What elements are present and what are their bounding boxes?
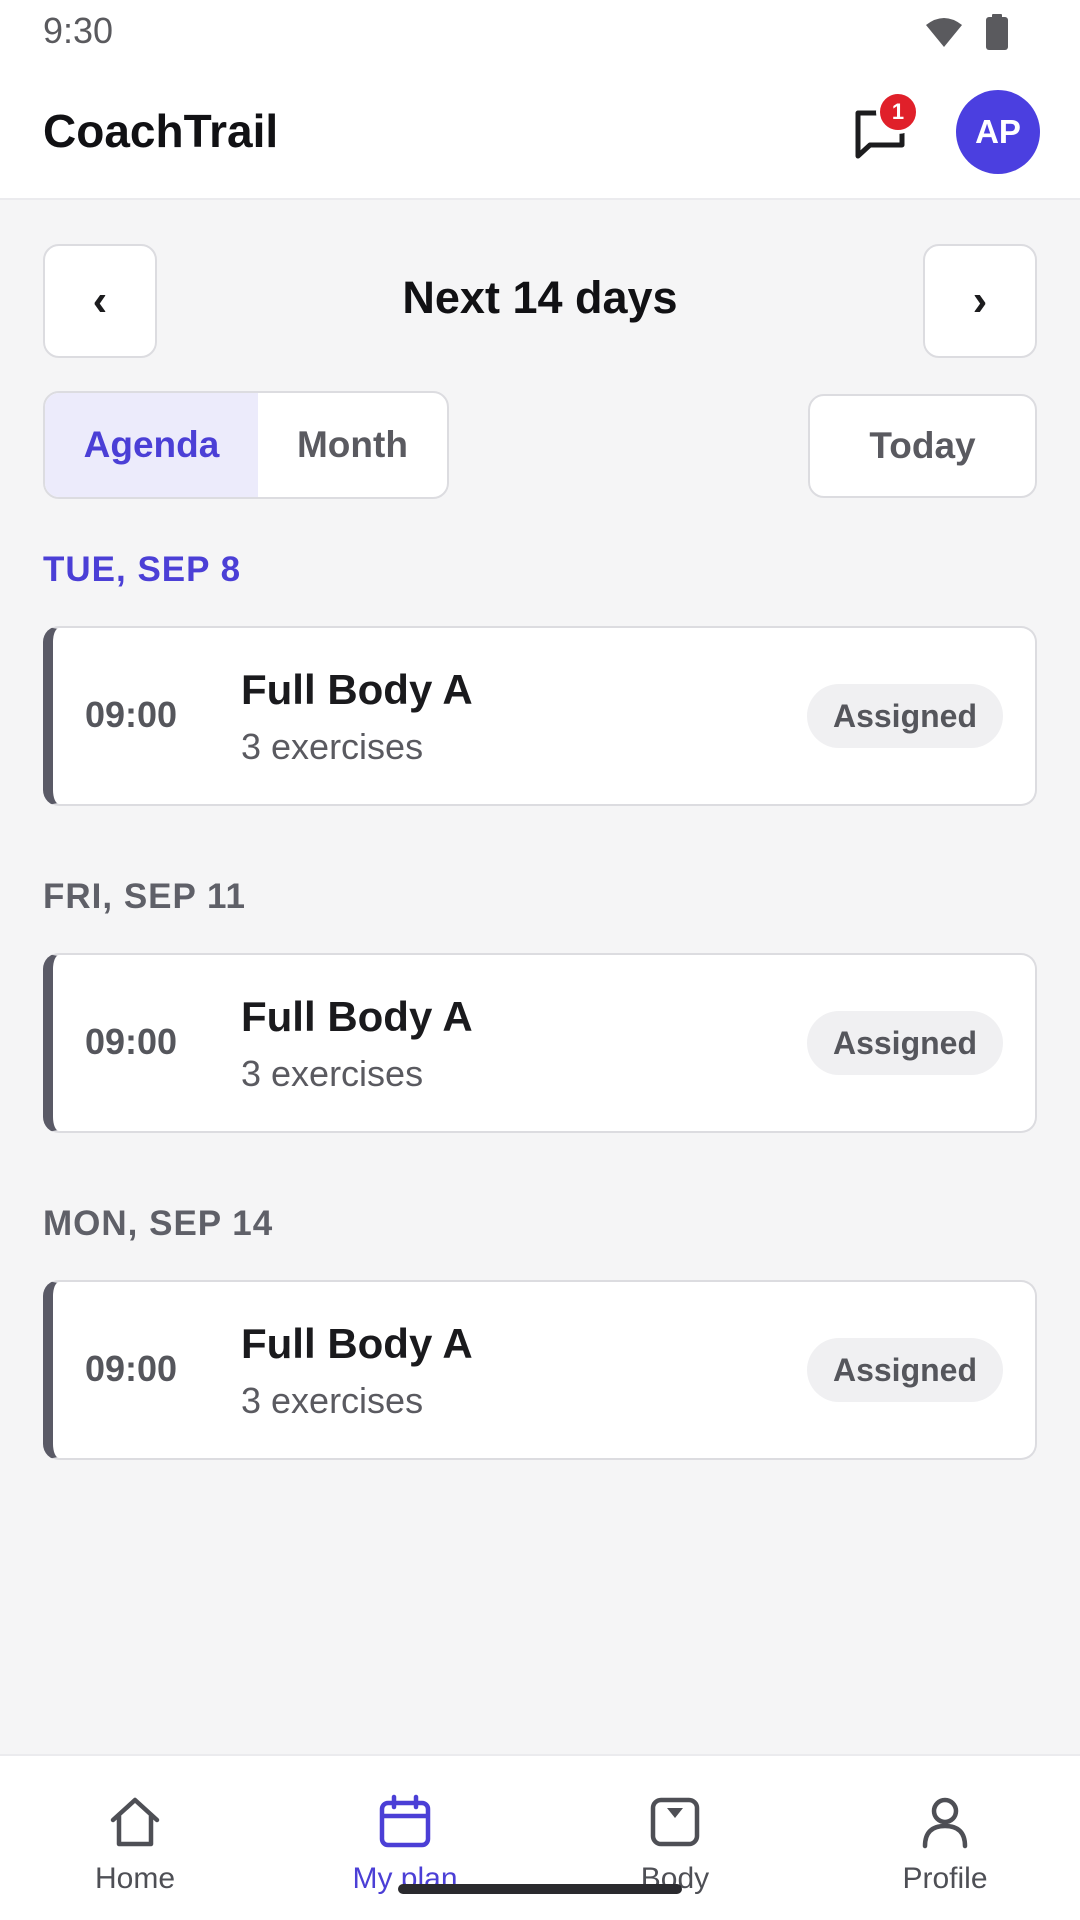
nav-item-profile[interactable]: Profile — [810, 1756, 1080, 1920]
workout-title: Full Body A — [241, 666, 473, 713]
scale-icon — [650, 1797, 700, 1847]
today-button[interactable]: Today — [808, 394, 1037, 498]
avatar[interactable]: AP — [956, 90, 1040, 174]
unread-badge: 1 — [876, 90, 920, 134]
next-range-button[interactable]: › — [923, 244, 1037, 358]
status-icons — [924, 14, 1008, 50]
month-view-tab[interactable]: Month — [258, 393, 447, 497]
day-heading: MON, SEP 14 — [43, 1204, 274, 1243]
status-time: 9:30 — [43, 10, 114, 51]
nav-label: Profile — [902, 1862, 988, 1895]
workout-time: 09:00 — [85, 1348, 178, 1389]
workout-card[interactable]: 09:00 Full Body A 3 exercises Assigned — [43, 1280, 1037, 1460]
bottom-navigation: Home My plan Body Profile — [0, 1754, 1080, 1920]
workout-card[interactable]: 09:00 Full Body A 3 exercises Assigned — [43, 953, 1037, 1133]
status-badge: Assigned — [806, 1338, 1003, 1402]
calendar-icon — [379, 1794, 431, 1848]
nav-item-home[interactable]: Home — [0, 1756, 270, 1920]
app-header: CoachTrail 1 AP — [0, 64, 1080, 200]
workout-exercise-count: 3 exercises — [241, 1053, 424, 1094]
range-title: Next 14 days — [402, 272, 678, 323]
battery-icon — [986, 14, 1008, 50]
workout-title: Full Body A — [241, 1320, 473, 1367]
day-heading: TUE, SEP 8 — [43, 550, 242, 589]
home-icon — [110, 1797, 160, 1847]
status-badge: Assigned — [806, 684, 1003, 748]
date-range-navigator: ‹ Next 14 days › — [43, 244, 1037, 358]
workout-title: Full Body A — [241, 993, 473, 1040]
workout-exercise-count: 3 exercises — [241, 1380, 424, 1421]
status-badge: Assigned — [806, 1011, 1003, 1075]
workout-time: 09:00 — [85, 694, 178, 735]
wifi-icon — [926, 18, 962, 47]
view-toggle: Agenda Month — [43, 391, 449, 499]
workout-exercise-count: 3 exercises — [241, 726, 424, 767]
workout-card[interactable]: 09:00 Full Body A 3 exercises Assigned — [43, 626, 1037, 806]
home-indicator[interactable] — [398, 1884, 682, 1894]
person-icon — [922, 1797, 968, 1849]
workout-time: 09:00 — [85, 1021, 178, 1062]
previous-range-button[interactable]: ‹ — [43, 244, 157, 358]
agenda-view-tab[interactable]: Agenda — [45, 393, 258, 497]
app-title: CoachTrail — [43, 105, 279, 157]
nav-item-body[interactable]: Body — [540, 1756, 810, 1920]
nav-item-my-plan[interactable]: My plan — [270, 1756, 540, 1920]
day-heading: FRI, SEP 11 — [43, 877, 246, 916]
status-bar: 9:30 — [0, 0, 1080, 64]
nav-label: Home — [94, 1862, 176, 1895]
